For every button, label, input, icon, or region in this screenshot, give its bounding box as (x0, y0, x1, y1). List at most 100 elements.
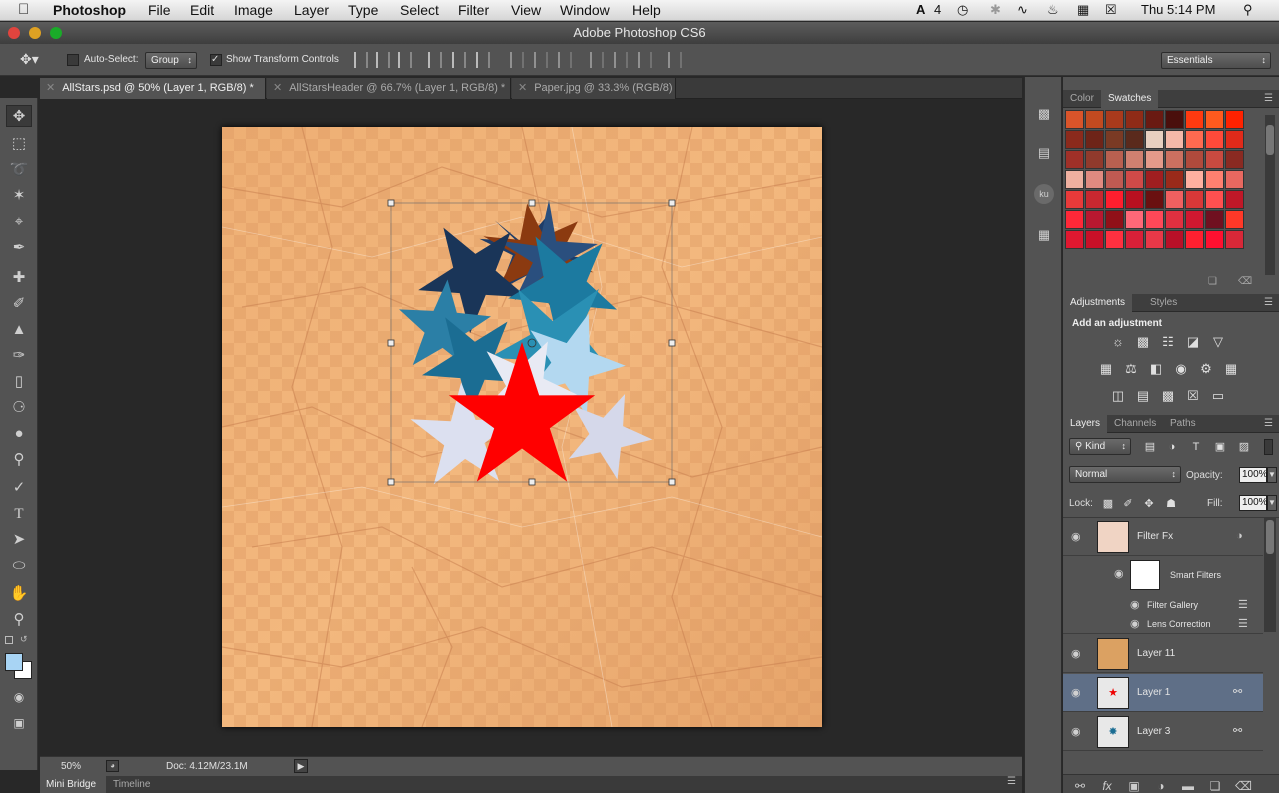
type-tool-icon[interactable]: T (6, 503, 32, 525)
layer-name[interactable]: Filter Fx (1137, 531, 1173, 542)
new-swatch-icon[interactable]: ❏ (1208, 276, 1217, 287)
layer-row-filter-fx[interactable]: ◉ Filter Fx ◑ (1063, 518, 1263, 556)
tab-paper[interactable]: ✕ Paper.jpg @ 33.3% (RGB/8) (512, 78, 676, 99)
auto-select-checkbox[interactable] (67, 54, 79, 66)
tab-timeline[interactable]: Timeline (113, 776, 150, 793)
swatch[interactable] (1165, 110, 1184, 129)
smart-filters-row[interactable]: ◉ Smart Filters (1063, 556, 1263, 592)
swatch[interactable] (1065, 190, 1084, 209)
channel-mixer-icon[interactable]: ⚙ (1197, 361, 1215, 377)
lock-transparent-icon[interactable]: ▩ (1099, 496, 1117, 512)
lasso-tool-icon[interactable]: ➰ (6, 159, 32, 181)
panel-menu-icon[interactable]: ☰ (1264, 93, 1273, 104)
exposure-icon[interactable]: ◪ (1184, 334, 1202, 350)
spotlight-search-icon[interactable]: ⚲ (1243, 2, 1253, 18)
volume-icon[interactable]: ♨ (1047, 2, 1059, 18)
move-tool-preset-icon[interactable]: ✥▾ (20, 51, 39, 68)
swatch[interactable] (1165, 210, 1184, 229)
link-layers-icon[interactable]: ⚯ (1073, 779, 1087, 793)
filter-mask-thumbnail[interactable] (1130, 560, 1160, 590)
visibility-eye-icon[interactable]: ◉ (1071, 532, 1085, 543)
blur-tool-icon[interactable]: ● (6, 423, 32, 445)
swatch[interactable] (1225, 110, 1244, 129)
panel-menu-icon[interactable]: ☰ (1007, 776, 1016, 787)
swatch[interactable] (1085, 190, 1104, 209)
time-machine-icon[interactable]: ◷ (957, 2, 968, 18)
distribute-top-icon[interactable] (510, 52, 524, 68)
swatch[interactable] (1185, 230, 1204, 249)
swatch[interactable] (1185, 130, 1204, 149)
vibrance-icon[interactable]: ▽ (1209, 334, 1227, 350)
tab-allstars[interactable]: ✕ AllStars.psd @ 50% (Layer 1, RGB/8) * (40, 78, 266, 99)
align-top-icon[interactable] (354, 52, 368, 68)
swatch[interactable] (1145, 110, 1164, 129)
swatch[interactable] (1145, 150, 1164, 169)
swatch[interactable] (1185, 210, 1204, 229)
layer-filter-kind-dropdown[interactable]: ⚲ Kind (1069, 438, 1131, 455)
swatch[interactable] (1085, 130, 1104, 149)
swatch[interactable] (1125, 230, 1144, 249)
document-canvas[interactable] (222, 127, 822, 727)
swatch[interactable] (1185, 170, 1204, 189)
visibility-eye-icon[interactable]: ◉ (1114, 569, 1128, 580)
swatch[interactable] (1225, 130, 1244, 149)
status-menu-arrow-icon[interactable]: ▶ (294, 759, 308, 773)
close-tab-icon[interactable]: ✕ (518, 82, 527, 94)
new-layer-icon[interactable]: ❏ (1208, 779, 1222, 793)
black-white-icon[interactable]: ◧ (1147, 361, 1165, 377)
layer-row-layer-3[interactable]: ◉ ✸ Layer 3 ⚯ (1063, 713, 1263, 751)
tab-styles[interactable]: Styles (1143, 294, 1184, 312)
swatch[interactable] (1205, 170, 1224, 189)
menu-app-name[interactable]: Photoshop (53, 2, 126, 18)
threshold-icon[interactable]: ▩ (1159, 388, 1177, 404)
layer-row-layer-11[interactable]: ◉ Layer 11 (1063, 635, 1263, 673)
path-selection-tool-icon[interactable]: ➤ (6, 529, 32, 551)
distribute-bottom-icon[interactable] (558, 52, 572, 68)
menu-image[interactable]: Image (234, 2, 273, 18)
swatch[interactable] (1185, 110, 1204, 129)
swatch[interactable] (1105, 110, 1124, 129)
healing-brush-tool-icon[interactable]: ✚ (6, 267, 32, 289)
swatch[interactable] (1205, 230, 1224, 249)
swatch[interactable] (1105, 230, 1124, 249)
scroll-thumb[interactable] (1266, 520, 1274, 554)
tab-adjustments[interactable]: Adjustments (1063, 294, 1133, 312)
crop-tool-icon[interactable]: ⌖ (6, 211, 32, 233)
swap-colors-icon[interactable]: ↺ (20, 634, 28, 645)
zoom-window-button[interactable] (50, 27, 62, 39)
align-right-icon[interactable] (476, 52, 490, 68)
lock-all-icon[interactable]: ☗ (1162, 496, 1180, 512)
gradient-map-icon[interactable]: ▭ (1209, 388, 1227, 404)
lens-correction-row[interactable]: ◉ Lens Correction ☰ (1063, 615, 1263, 634)
swatch[interactable] (1205, 110, 1224, 129)
menu-window[interactable]: Window (560, 2, 610, 18)
visibility-eye-icon[interactable]: ◉ (1130, 600, 1144, 611)
swatch[interactable] (1145, 230, 1164, 249)
panel-menu-icon[interactable]: ☰ (1264, 418, 1273, 429)
filter-type-icon[interactable]: T (1187, 439, 1205, 455)
color-balance-icon[interactable]: ⚖ (1122, 361, 1140, 377)
visibility-eye-icon[interactable]: ◉ (1071, 727, 1085, 738)
swatch[interactable] (1225, 150, 1244, 169)
swatch[interactable] (1205, 210, 1224, 229)
swatch[interactable] (1065, 230, 1084, 249)
calendar-icon[interactable]: ▦ (1077, 2, 1089, 18)
hue-saturation-icon[interactable]: ▦ (1097, 361, 1115, 377)
swatch[interactable] (1125, 170, 1144, 189)
eraser-tool-icon[interactable]: ▯ (6, 371, 32, 393)
invert-icon[interactable]: ◫ (1109, 388, 1127, 404)
filter-blending-options-icon[interactable]: ☰ (1238, 617, 1248, 630)
swatch[interactable] (1225, 170, 1244, 189)
distribute-vcenter-icon[interactable] (534, 52, 548, 68)
auto-align-icon[interactable] (668, 52, 682, 68)
levels-icon[interactable]: ▩ (1134, 334, 1152, 350)
tab-swatches[interactable]: Swatches (1101, 90, 1159, 108)
tab-allstarsheader[interactable]: ✕ AllStarsHeader @ 66.7% (Layer 1, RGB/8)… (267, 78, 511, 99)
lock-image-icon[interactable]: ✐ (1119, 496, 1137, 512)
wifi-icon[interactable]: ∿ (1017, 2, 1028, 18)
swatch[interactable] (1065, 110, 1084, 129)
opacity-slider-arrow-icon[interactable]: ▼ (1267, 467, 1277, 483)
blend-mode-dropdown[interactable]: Normal (1069, 466, 1181, 483)
filter-blending-options-icon[interactable]: ☰ (1238, 598, 1248, 611)
swatch[interactable] (1125, 210, 1144, 229)
